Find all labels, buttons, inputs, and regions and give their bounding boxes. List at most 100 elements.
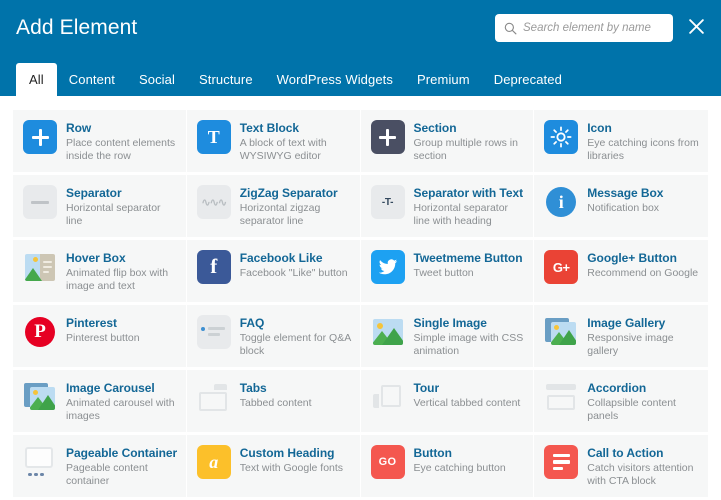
- tab-social[interactable]: Social: [127, 63, 187, 96]
- element-description: Animated flip box with image and text: [66, 267, 169, 292]
- element-card-tweetmeme-button[interactable]: Tweetmeme Button Tweet button: [360, 240, 535, 305]
- tab-deprecated[interactable]: Deprecated: [482, 63, 574, 96]
- element-title: Text Block: [239, 121, 300, 135]
- element-card-text: Section Group multiple rows in section: [414, 120, 526, 162]
- element-description: Text with Google fonts: [239, 462, 344, 474]
- element-card-image-gallery[interactable]: Image Gallery Responsive image gallery: [534, 305, 708, 370]
- element-card-text: Pageable Container Pageable content conta…: [66, 445, 178, 487]
- element-card-text: ZigZag Separator Horizontal zigzag separa…: [240, 185, 352, 227]
- go-button-icon: GO: [370, 445, 405, 479]
- element-card-custom-heading[interactable]: a Custom Heading Text with Google fonts: [186, 435, 361, 500]
- zigzag-separator-icon: ∿∿∿: [196, 185, 231, 219]
- separator-icon: [23, 185, 57, 219]
- element-card-text: Message Box Notification box: [587, 185, 663, 215]
- single-image-icon: [371, 315, 405, 349]
- element-card-google-button[interactable]: G+ Google+ Button Recommend on Google: [534, 240, 708, 305]
- element-title: Tour: [413, 381, 440, 395]
- element-title: Pageable Container: [66, 446, 178, 460]
- call-to-action-icon: [544, 445, 579, 479]
- custom-heading-icon: a: [196, 445, 231, 479]
- element-card-section[interactable]: Section Group multiple rows in section: [360, 110, 535, 175]
- pinterest-icon: P: [23, 315, 57, 349]
- faq-icon: [196, 315, 231, 349]
- element-description: Facebook "Like" button: [239, 267, 348, 279]
- twitter-icon: [370, 250, 405, 284]
- google-plus-icon: G+: [544, 250, 579, 284]
- element-card-tour[interactable]: Tour Vertical tabbed content: [360, 370, 535, 435]
- element-description: Tweet button: [413, 267, 474, 279]
- element-description: Pinterest button: [66, 332, 140, 344]
- element-title: Icon: [587, 121, 612, 135]
- element-card-text: Separator Horizontal separator line: [66, 185, 178, 227]
- element-card-facebook-like[interactable]: f Facebook Like Facebook "Like" button: [186, 240, 361, 305]
- element-description: Animated carousel with images: [66, 397, 175, 422]
- modal-header-top: Add Element: [0, 0, 721, 56]
- element-description: A block of text with WYSIWYG editor: [239, 137, 327, 162]
- tabs-icon: [197, 380, 231, 414]
- element-card-text: Call to Action Catch visitors attention w…: [587, 445, 700, 487]
- element-card-pinterest[interactable]: P Pinterest Pinterest button: [13, 305, 187, 370]
- element-title: Hover Box: [66, 251, 126, 265]
- info-circle-icon: i: [544, 185, 578, 219]
- element-card-separator[interactable]: Separator Horizontal separator line: [13, 175, 187, 240]
- element-card-hover-box[interactable]: Hover Box Animated flip box with image an…: [13, 240, 187, 305]
- hover-box-icon: [23, 250, 57, 284]
- modal-header: Add Element Search element by name All C…: [0, 0, 721, 96]
- element-description: Tabbed content: [239, 397, 312, 409]
- close-button[interactable]: [685, 17, 707, 39]
- plus-square-icon: [23, 120, 57, 154]
- search-box[interactable]: [495, 14, 673, 42]
- element-description: Place content elements inside the row: [66, 137, 176, 162]
- element-description: Collapsible content panels: [587, 397, 676, 422]
- element-card-text: Image Carousel Animated carousel with ima…: [66, 380, 178, 422]
- element-description: Recommend on Google: [587, 267, 699, 279]
- element-card-faq[interactable]: FAQ Toggle element for Q&A block: [186, 305, 361, 370]
- element-card-text: Custom Heading Text with Google fonts: [240, 445, 343, 475]
- accordion-icon: [544, 380, 578, 414]
- page-title: Add Element: [16, 16, 138, 39]
- element-description: Eye catching icons from libraries: [587, 137, 699, 162]
- element-card-text: Single Image Simple image with CSS animat…: [414, 315, 526, 357]
- element-card-single-image[interactable]: Single Image Simple image with CSS animat…: [360, 305, 535, 370]
- element-title: Tweetmeme Button: [413, 251, 523, 265]
- element-description: Pageable content container: [66, 462, 148, 487]
- element-title: Button: [413, 446, 452, 460]
- image-carousel-icon: [23, 380, 57, 414]
- element-list-scroll[interactable]: Row Place content elements inside the row…: [0, 96, 721, 500]
- element-card-image-carousel[interactable]: Image Carousel Animated carousel with ima…: [13, 370, 187, 435]
- element-title: Facebook Like: [239, 251, 323, 265]
- element-card-call-to-action[interactable]: Call to Action Catch visitors attention w…: [534, 435, 708, 500]
- element-description: Simple image with CSS animation: [413, 332, 524, 357]
- element-card-icon[interactable]: Icon Eye catching icons from libraries: [534, 110, 708, 175]
- tab-premium[interactable]: Premium: [405, 63, 482, 96]
- element-card-text-block[interactable]: T Text Block A block of text with WYSIWYG …: [186, 110, 361, 175]
- add-element-modal: Add Element Search element by name All C…: [0, 0, 721, 500]
- element-description: Horizontal separator line with heading: [413, 202, 509, 227]
- separator-with-text-icon: -T-: [370, 185, 405, 219]
- element-description: Notification box: [587, 202, 660, 214]
- element-title: Tabs: [239, 381, 267, 395]
- element-card-accordion[interactable]: Accordion Collapsible content panels: [534, 370, 708, 435]
- tab-wordpress-widgets[interactable]: WordPress Widgets: [265, 63, 405, 96]
- element-card-text: Pinterest Pinterest button: [66, 315, 140, 345]
- element-card-text: Hover Box Animated flip box with image an…: [66, 250, 178, 292]
- element-title: Single Image: [413, 316, 487, 330]
- element-card-tabs[interactable]: Tabs Tabbed content: [186, 370, 361, 435]
- search-input[interactable]: [523, 22, 665, 34]
- element-card-row[interactable]: Row Place content elements inside the row: [13, 110, 187, 175]
- section-plus-icon: [370, 120, 405, 154]
- element-grid: Row Place content elements inside the row…: [13, 110, 708, 500]
- element-title: FAQ: [239, 316, 265, 330]
- element-title: Pinterest: [66, 316, 117, 330]
- pageable-container-icon: [23, 445, 57, 479]
- element-card-message-box[interactable]: i Message Box Notification box: [534, 175, 708, 240]
- element-card-zigzag-separator[interactable]: ∿∿∿ ZigZag Separator Horizontal zigzag sep…: [186, 175, 361, 240]
- element-card-button[interactable]: GO Button Eye catching button: [360, 435, 535, 500]
- element-card-pageable-container[interactable]: Pageable Container Pageable content conta…: [13, 435, 187, 500]
- tab-content[interactable]: Content: [57, 63, 127, 96]
- tab-all[interactable]: All: [16, 63, 57, 96]
- element-card-separator-with-text[interactable]: -T- Separator with Text Horizontal separat…: [360, 175, 535, 240]
- element-card-text: FAQ Toggle element for Q&A block: [240, 315, 352, 357]
- element-description: Horizontal zigzag separator line: [239, 202, 321, 227]
- tab-structure[interactable]: Structure: [187, 63, 265, 96]
